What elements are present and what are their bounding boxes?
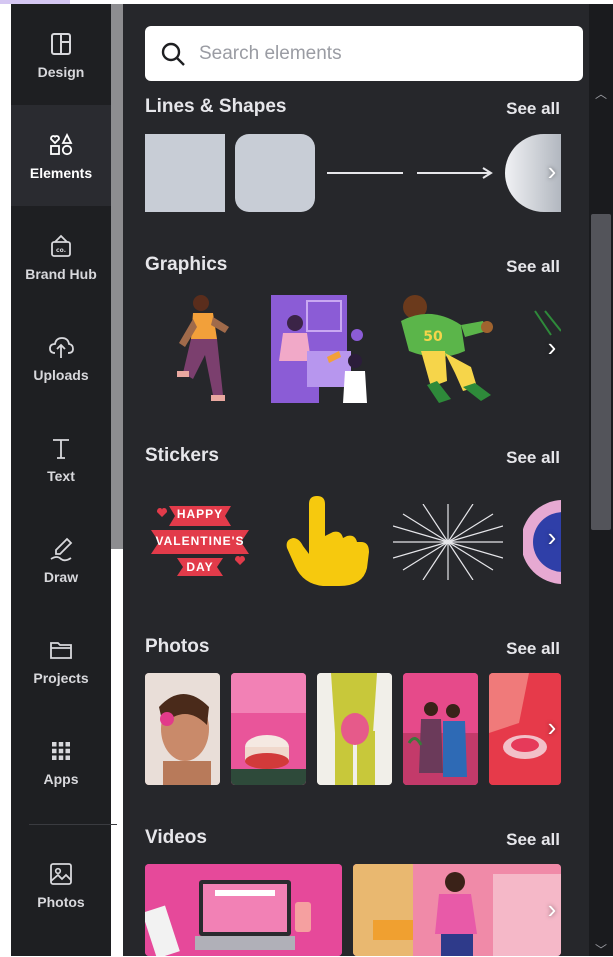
folder-icon [50,641,72,659]
see-all-stickers[interactable]: See all [506,448,560,468]
rail-label-photos: Photos [37,893,85,910]
search-icon [161,42,185,66]
see-all-graphics[interactable]: See all [506,257,560,277]
see-all-videos[interactable]: See all [506,830,560,850]
rail-divider [29,824,117,825]
rail-item-draw[interactable]: Draw [11,509,111,610]
photo-thumbnail[interactable] [317,673,392,785]
search-input[interactable] [197,41,561,66]
line-element[interactable] [325,134,405,212]
woman-dancing-graphic[interactable] [163,291,243,407]
section-title-stickers: Stickers [145,445,219,466]
lines-shapes-next-arrow[interactable]: › [537,156,567,187]
rail-label-design: Design [37,63,85,80]
office-people-graphic[interactable] [267,291,379,407]
sticker-text-line3: DAY [186,560,214,574]
scrollbar-thumb[interactable] [591,214,611,530]
svg-text:50: 50 [423,329,443,345]
scroll-up-arrow[interactable]: ︿ [593,88,609,100]
rail-label-projects: Projects [33,669,89,686]
section-title-graphics: Graphics [145,254,228,275]
rail-item-photos[interactable]: Photos [11,834,111,935]
stickers-row: HAPPY VALENTINE'S DAY [145,486,561,596]
graphics-next-arrow[interactable]: › [537,332,567,363]
shapes-icon [50,132,73,155]
search-box[interactable] [145,26,583,81]
see-all-photos[interactable]: See all [506,639,560,659]
see-all-lines-shapes[interactable]: See all [506,99,560,119]
section-title-lines-shapes: Lines & Shapes [145,96,287,117]
rail-item-uploads[interactable]: Uploads [11,307,111,408]
photo-thumbnail[interactable] [403,673,478,785]
photo-pineapple [317,673,392,785]
rail-item-apps[interactable]: Apps [11,711,111,812]
photos-next-arrow[interactable]: › [537,712,567,743]
rail-item-brand-hub[interactable]: co. Brand Hub [11,206,111,307]
section-title-photos: Photos [145,636,210,657]
rail-item-elements[interactable]: Elements [11,105,111,206]
sticker-text-line2: VALENTINE'S [155,534,245,548]
video-laptop [145,864,342,956]
pointing-hand-sticker[interactable] [283,496,373,588]
football-player-graphic[interactable]: 50 [391,291,501,407]
elements-panel: Lines & Shapes See all › Graphics See al… [123,4,589,956]
starburst-sticker[interactable] [393,504,503,580]
photo-woman-flower [145,673,220,785]
video-thumbnail[interactable] [353,864,561,956]
brand-hub-icon: co. [51,234,71,257]
sticker-text-line1: HAPPY [176,507,224,521]
photo-thumbnail[interactable] [231,673,306,785]
graphics-row: 50 [145,289,561,409]
stickers-next-arrow[interactable]: › [537,522,567,553]
section-title-videos: Videos [145,827,207,848]
rail-item-design[interactable]: Design [11,4,111,105]
square-shape[interactable] [145,134,225,212]
panel-scrollbar[interactable]: ︿ ﹀ [589,4,613,956]
videos-next-arrow[interactable]: › [537,894,567,925]
rounded-square-shape[interactable] [235,134,315,212]
rail-label-draw: Draw [43,568,79,585]
video-woman-headphones [353,864,561,956]
rail-scrollbar[interactable] [111,4,123,549]
photos-icon [50,862,72,885]
rail-label-uploads: Uploads [33,366,89,383]
lines-shapes-row [145,134,561,214]
scroll-down-arrow[interactable]: ﹀ [593,944,609,956]
svg-text:co.: co. [56,247,66,254]
rail-label-elements: Elements [29,164,93,181]
valentines-sticker[interactable]: HAPPY VALENTINE'S DAY [149,498,251,580]
photo-thumbnail[interactable] [145,673,220,785]
cloud-upload-icon [49,336,74,358]
apps-grid-icon [52,741,70,760]
layout-icon [51,32,71,55]
videos-row [145,864,561,956]
photos-row [145,673,561,787]
arrow-line-element[interactable] [415,134,495,212]
photo-cake [231,673,306,785]
side-navigation: Design Elements co. Brand Hub Uploads Te… [11,4,117,956]
draw-icon [50,537,73,561]
rail-label-apps: Apps [43,770,79,787]
rail-label-brand-hub: Brand Hub [25,265,97,282]
rail-item-projects[interactable]: Projects [11,610,111,711]
rail-item-text[interactable]: Text [11,408,111,509]
rail-label-text: Text [47,467,75,484]
video-thumbnail[interactable] [145,864,342,956]
text-icon [53,438,69,459]
photo-two-women [403,673,478,785]
